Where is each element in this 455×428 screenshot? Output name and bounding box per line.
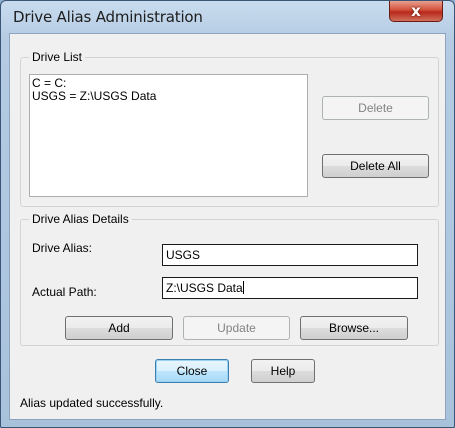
delete-button[interactable]: Delete — [322, 96, 429, 120]
drive-alias-label: Drive Alias: — [32, 241, 93, 255]
drive-alias-details-group-label: Drive Alias Details — [29, 212, 132, 226]
actual-path-label: Actual Path: — [32, 285, 97, 299]
dialog-window: Drive Alias Administration x Drive List … — [0, 0, 455, 428]
browse-button[interactable]: Browse... — [300, 316, 408, 340]
drive-alias-value: USGS — [166, 248, 201, 262]
window-close-button[interactable]: x — [389, 1, 443, 22]
update-button[interactable]: Update — [183, 316, 290, 340]
window-title: Drive Alias Administration — [13, 8, 203, 26]
actual-path-input[interactable]: Z:\USGS Data — [162, 277, 418, 299]
actual-path-value: Z:\USGS Data — [166, 281, 243, 295]
drive-list-listbox[interactable]: C = C: USGS = Z:\USGS Data — [29, 74, 308, 197]
close-icon: x — [411, 2, 421, 20]
drive-list-group-label: Drive List — [29, 50, 86, 64]
drive-list-item[interactable]: USGS = Z:\USGS Data — [32, 90, 305, 103]
add-button[interactable]: Add — [65, 316, 173, 340]
help-button[interactable]: Help — [251, 359, 315, 383]
delete-all-button[interactable]: Delete All — [322, 154, 429, 178]
status-message: Alias updated successfully. — [20, 396, 164, 410]
drive-alias-input[interactable]: USGS — [162, 244, 418, 266]
title-bar[interactable]: Drive Alias Administration x — [1, 1, 454, 31]
text-cursor — [242, 281, 244, 294]
dialog-body: Drive List C = C: USGS = Z:\USGS Data De… — [9, 33, 446, 420]
close-button[interactable]: Close — [155, 359, 229, 383]
